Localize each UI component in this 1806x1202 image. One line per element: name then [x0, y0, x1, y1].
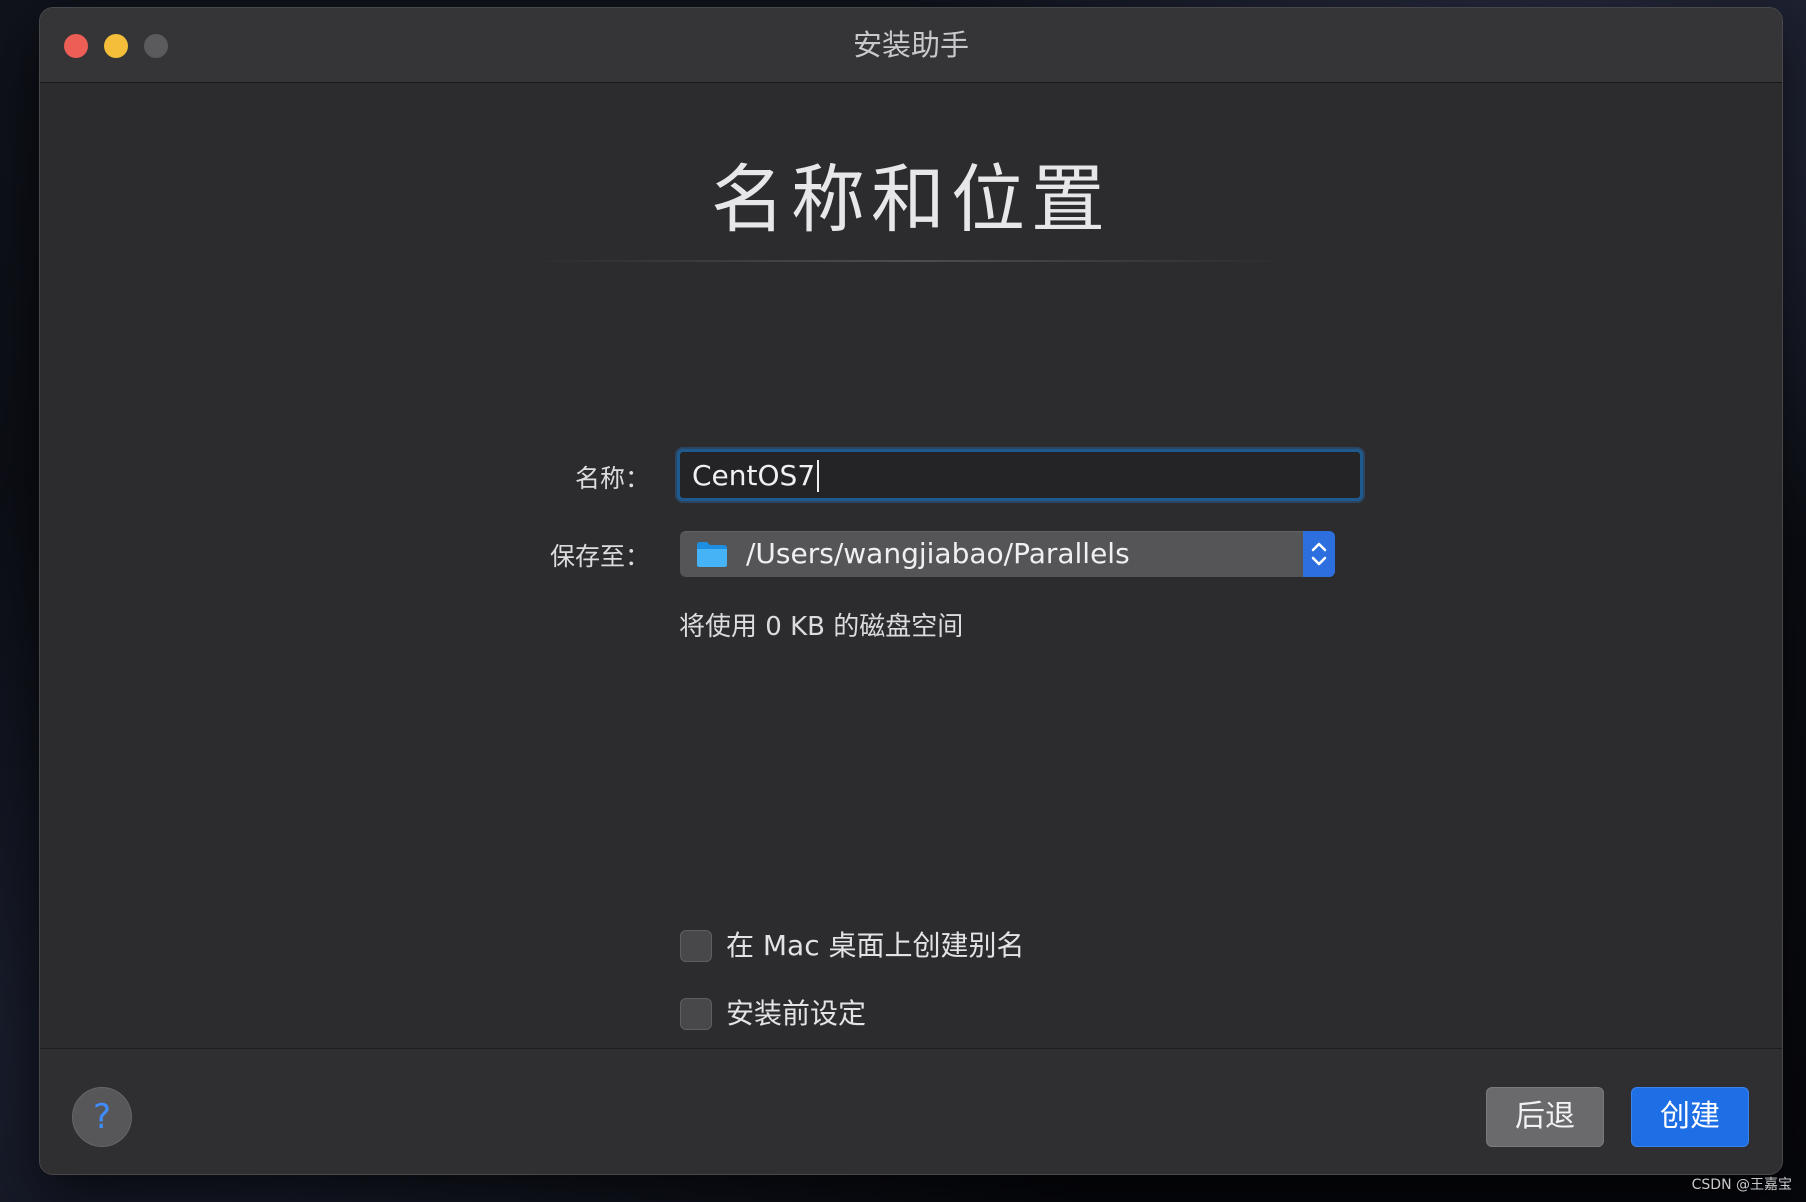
desktop-alias-label: 在 Mac 桌面上创建别名	[726, 929, 1025, 962]
page-heading: 名称和位置	[711, 157, 1111, 243]
help-button[interactable]: ?	[72, 1087, 132, 1147]
save-location-value: /Users/wangjiabao/Parallels	[746, 537, 1130, 570]
heading-divider	[530, 260, 1292, 262]
disk-usage-text: 将使用 0 KB 的磁盘空间	[679, 612, 964, 642]
window-title: 安装助手	[852, 28, 969, 62]
title-bar: 安装助手	[40, 8, 1782, 83]
create-button[interactable]: 创建	[1631, 1087, 1749, 1147]
name-input[interactable]: CentOS7	[677, 449, 1363, 501]
install-assistant-window: 安装助手 名称和位置 名称： CentOS7 保存至： /Users/wangj…	[39, 7, 1783, 1175]
pre-install-settings-label: 安装前设定	[726, 997, 867, 1030]
save-location-label: 保存至：	[549, 542, 650, 571]
save-location-select[interactable]: /Users/wangjiabao/Parallels	[680, 531, 1335, 577]
folder-icon	[696, 540, 728, 568]
footer-bar: ? 后退 创建	[40, 1048, 1782, 1174]
chevron-up-down-icon	[1311, 542, 1327, 566]
name-label: 名称：	[574, 464, 650, 493]
pre-install-settings-checkbox[interactable]	[680, 998, 712, 1030]
location-stepper[interactable]	[1303, 531, 1335, 577]
desktop-alias-checkbox[interactable]	[680, 930, 712, 962]
text-caret	[817, 460, 820, 492]
name-input-value: CentOS7	[692, 459, 816, 492]
watermark: CSDN @王嘉宝	[1691, 1177, 1792, 1193]
back-button[interactable]: 后退	[1486, 1087, 1604, 1147]
